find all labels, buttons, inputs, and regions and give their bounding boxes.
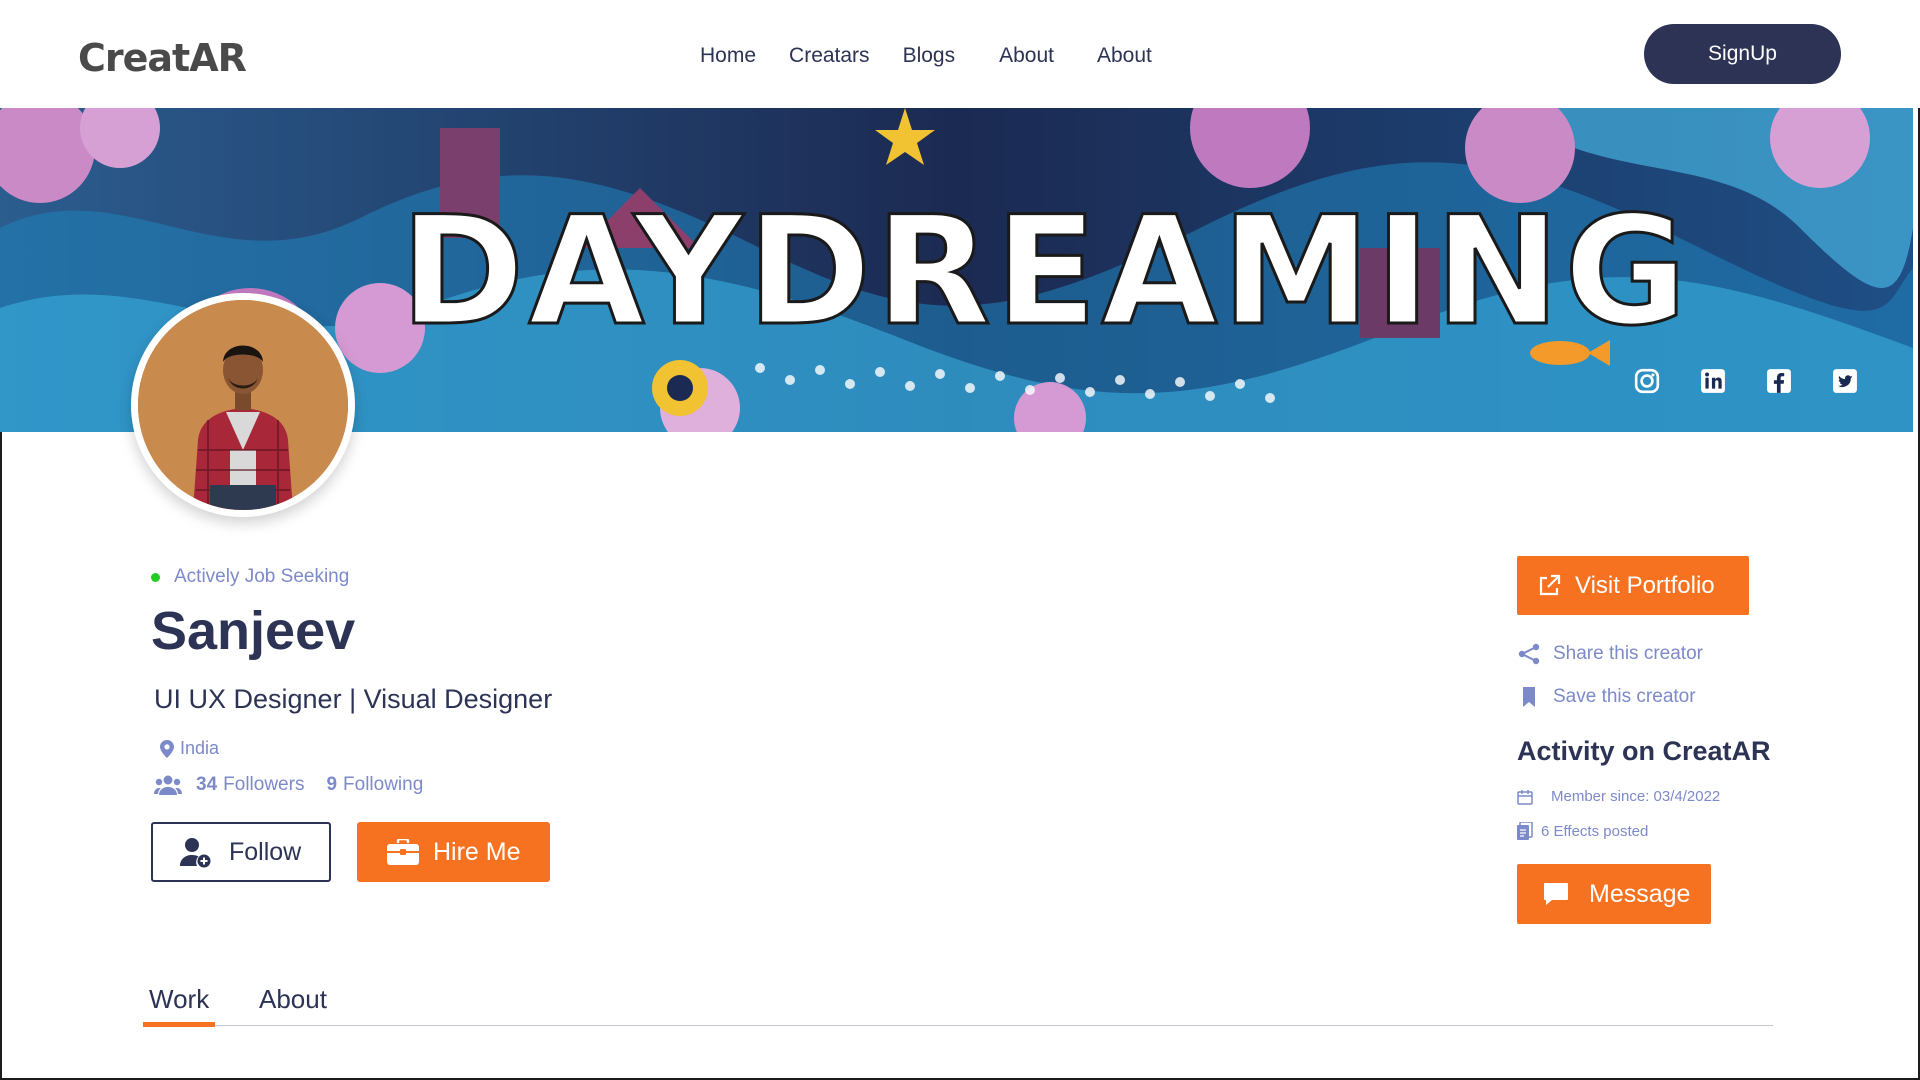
external-link-icon (1539, 574, 1561, 595)
twitter-icon[interactable] (1832, 368, 1858, 394)
nav-home[interactable]: Home (700, 44, 756, 68)
profile-location: India (160, 738, 219, 759)
svg-text:DAYDREAMING: DAYDREAMING (400, 185, 1691, 359)
linkedin-icon[interactable] (1700, 368, 1726, 394)
following-link[interactable]: Following (343, 774, 423, 796)
instagram-icon[interactable] (1634, 368, 1660, 394)
save-creator-link[interactable]: Save this creator (1517, 685, 1696, 709)
top-navigation: CreatAR Home Creatars Blogs About About … (0, 0, 1920, 108)
signup-button[interactable]: SignUp (1644, 24, 1841, 84)
briefcase-icon (387, 839, 419, 865)
add-user-icon (180, 838, 211, 868)
online-dot (151, 572, 160, 582)
job-status: Actively Job Seeking (151, 566, 349, 588)
following-count[interactable]: 9 (326, 774, 337, 796)
profile-tabs: Work About (142, 984, 1773, 1027)
message-button[interactable]: Message (1517, 864, 1711, 924)
profile-title: UI UX Designer | Visual Designer (154, 684, 553, 714)
nav-blogs[interactable]: Blogs (903, 44, 956, 68)
follow-button[interactable]: Follow (151, 822, 331, 882)
profile-avatar[interactable] (131, 293, 355, 517)
hire-me-button[interactable]: Hire Me (357, 822, 550, 882)
avatar-photo (138, 300, 348, 510)
location-pin-icon (160, 739, 174, 758)
creatar-logo[interactable]: CreatAR (78, 34, 247, 82)
share-icon (1518, 643, 1540, 665)
bookmark-icon (1523, 687, 1535, 707)
profile-name: Sanjeev (151, 601, 356, 661)
facebook-icon[interactable] (1766, 368, 1792, 394)
document-icon (1517, 822, 1533, 840)
followers-count[interactable]: 34 (196, 774, 217, 796)
follow-stats: 34 Followers 9 Following (154, 774, 423, 796)
tab-about[interactable]: About (259, 984, 327, 1015)
nav-about[interactable]: About (999, 44, 1054, 68)
nav-about-2[interactable]: About (1097, 44, 1152, 68)
share-creator-link[interactable]: Share this creator (1517, 642, 1703, 666)
followers-link[interactable]: Followers (223, 774, 304, 796)
nav-creatars[interactable]: Creatars (789, 44, 870, 68)
member-since: Member since: 03/4/2022 (1517, 788, 1720, 805)
activity-heading: Activity on CreatAR (1517, 736, 1771, 766)
main-nav: Home Creatars Blogs About About (700, 44, 1185, 68)
visit-portfolio-button[interactable]: Visit Portfolio (1517, 556, 1749, 615)
effects-posted: 6 Effects posted (1517, 822, 1648, 840)
tab-work[interactable]: Work (142, 984, 216, 1027)
chat-bubble-icon (1544, 883, 1568, 905)
calendar-icon (1517, 789, 1533, 805)
people-icon (154, 775, 182, 795)
